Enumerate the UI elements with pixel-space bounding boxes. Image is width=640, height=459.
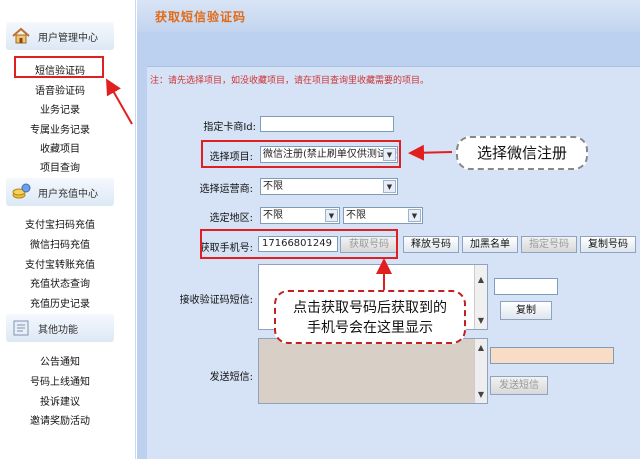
phone-display-callout: 点击获取号码后获取到的手机号会在这里显示 [274, 290, 466, 344]
annotation-arrows [106, 78, 453, 290]
arrow-to-project [408, 144, 453, 161]
select-wechat-callout: 选择微信注册 [456, 136, 588, 170]
arrow-to-sms-item [106, 78, 133, 125]
